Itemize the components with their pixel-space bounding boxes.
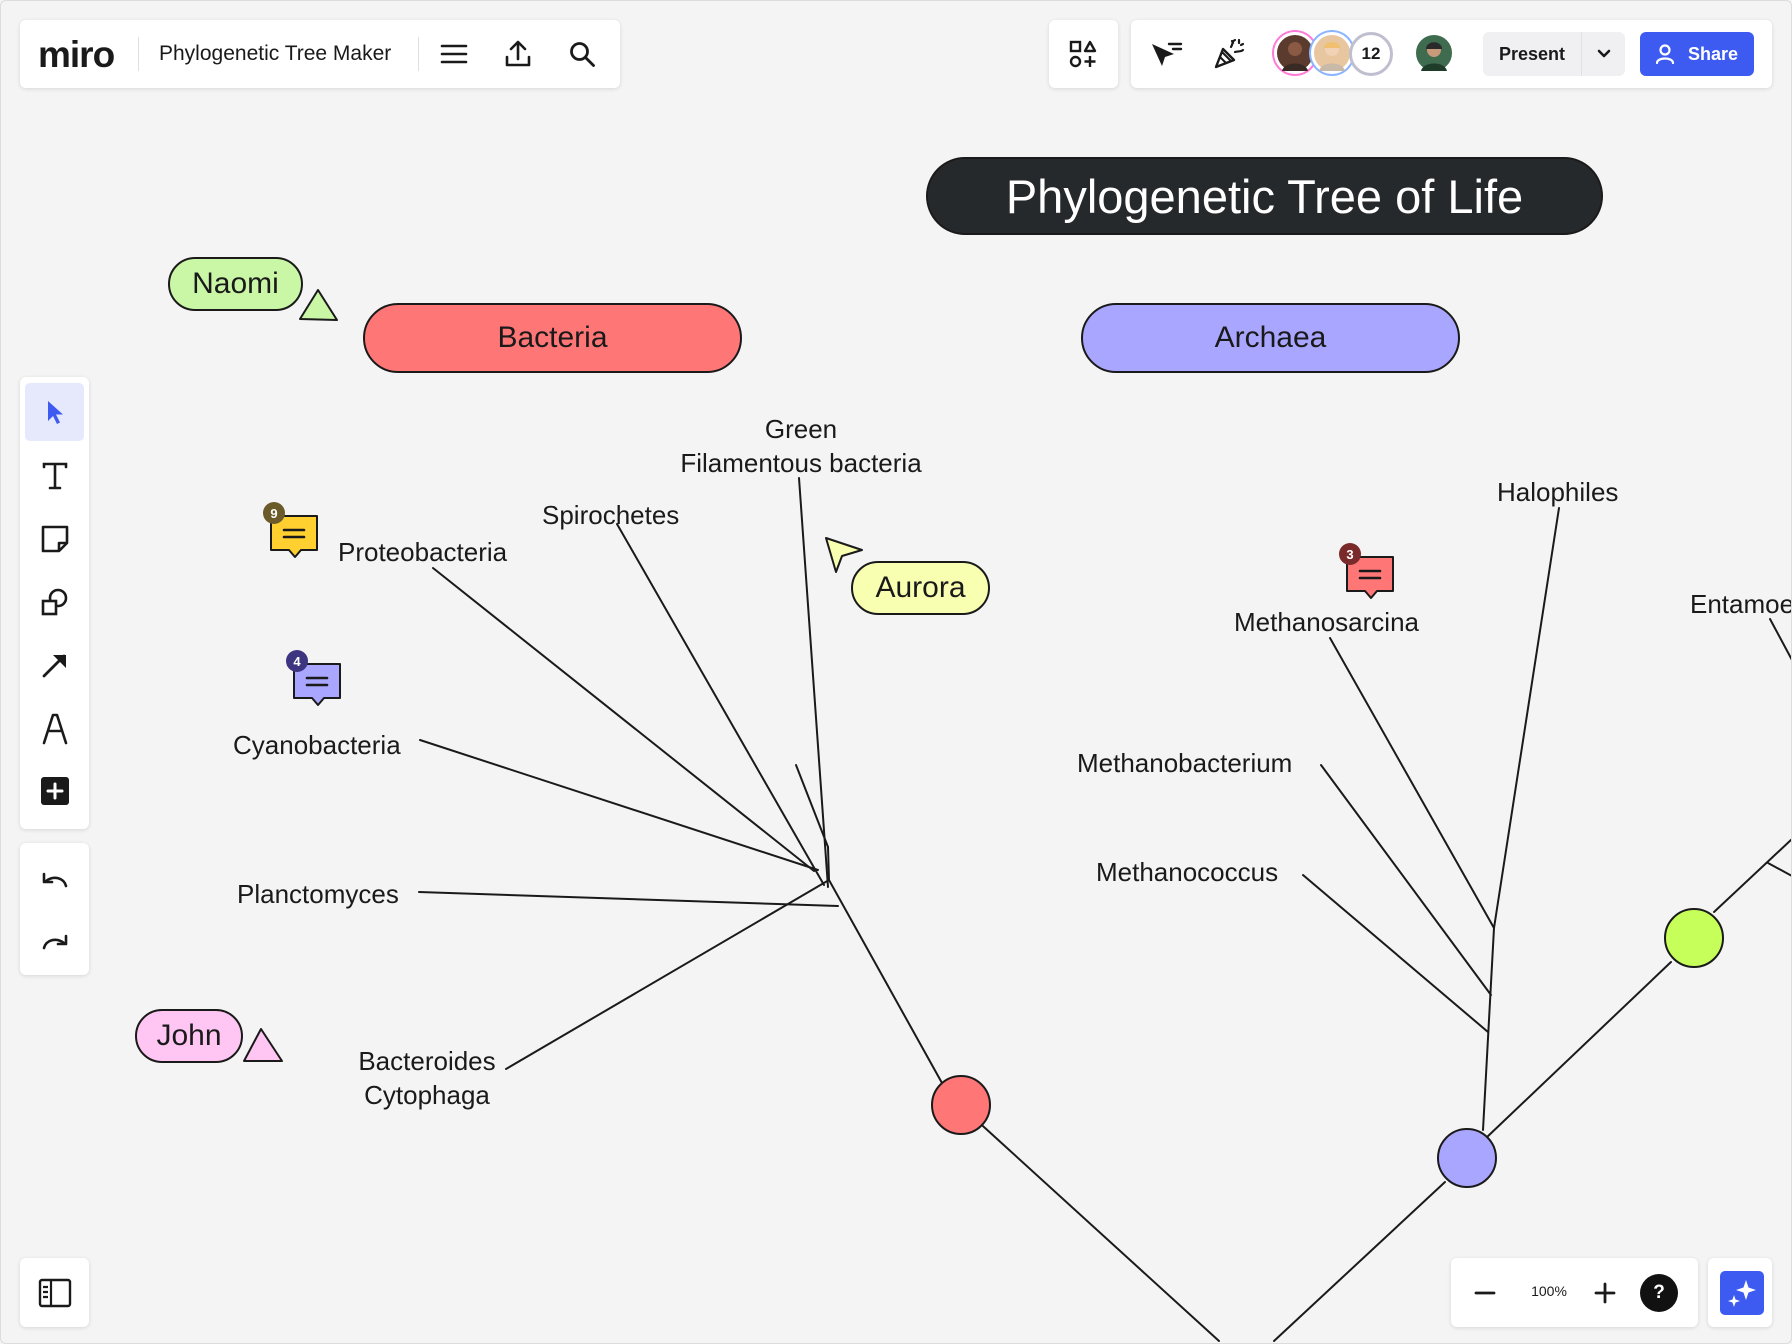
- archaea-node[interactable]: [1437, 1128, 1497, 1188]
- branch-halophiles[interactable]: [1493, 507, 1560, 929]
- comment-thread[interactable]: 3: [1339, 543, 1399, 603]
- taxon-green-filamentous[interactable]: Green Filamentous bacteria: [668, 412, 934, 480]
- taxon-methanobacterium[interactable]: Methanobacterium: [1077, 746, 1292, 780]
- comment-thread[interactable]: 9: [263, 502, 323, 562]
- zoom-in-icon[interactable]: [1585, 1273, 1625, 1313]
- archaea-label[interactable]: Archaea: [1081, 303, 1460, 373]
- zoom-out-icon[interactable]: [1465, 1273, 1505, 1313]
- cursor-label-john: John: [135, 1009, 243, 1063]
- taxon-spirochetes[interactable]: Spirochetes: [542, 498, 679, 532]
- comment-thread[interactable]: 4: [286, 650, 346, 710]
- branch-eukarya[interactable]: [1485, 961, 1672, 1139]
- branch-proteobacteria[interactable]: [432, 567, 815, 872]
- taxon-methanosarcina[interactable]: Methanosarcina: [1234, 605, 1419, 639]
- ai-assist-panel: [1708, 1258, 1772, 1327]
- branch-spirochetes[interactable]: [616, 523, 825, 886]
- help-button[interactable]: ?: [1640, 1274, 1678, 1312]
- taxon-entamoeba[interactable]: Entamoe: [1690, 587, 1792, 621]
- taxon-halophiles[interactable]: Halophiles: [1497, 475, 1618, 509]
- archaea-text: Archaea: [1214, 321, 1327, 354]
- tree-title[interactable]: Phylogenetic Tree of Life: [926, 157, 1603, 235]
- sidebar-toggle-panel: [20, 1258, 89, 1327]
- cursor-label-naomi: Naomi: [168, 257, 303, 311]
- taxon-bacteroides-line2: Cytophaga: [364, 1080, 490, 1110]
- taxon-green-line1: Green: [764, 414, 838, 444]
- taxon-green-line2: Filamentous bacteria: [680, 448, 922, 478]
- bacteria-label[interactable]: Bacteria: [363, 303, 742, 373]
- branch-eukarya-side[interactable]: [1767, 862, 1792, 877]
- branch-methanobacterium[interactable]: [1320, 764, 1492, 996]
- taxon-planctomyces[interactable]: Planctomyces: [237, 877, 399, 911]
- branch-entamoeba[interactable]: [1769, 618, 1792, 661]
- zoom-level[interactable]: 100%: [1523, 1283, 1575, 1299]
- collaborator-cursor-icon: [241, 1026, 285, 1064]
- comment-count-badge: 9: [263, 502, 285, 524]
- branch-cyanobacteria[interactable]: [419, 739, 819, 871]
- collaborator-cursor-icon: [298, 287, 340, 323]
- bacteria-trunk[interactable]: [828, 879, 943, 1084]
- sparkle-icon: [1720, 1271, 1764, 1315]
- sidebar-toggle-icon[interactable]: [20, 1258, 89, 1327]
- eukarya-node[interactable]: [1664, 908, 1724, 968]
- taxon-cyanobacteria[interactable]: Cyanobacteria: [233, 728, 401, 762]
- branch-eukarya-upper[interactable]: [1713, 838, 1792, 913]
- cursor-label-aurora: Aurora: [851, 561, 990, 615]
- branch-planctomyces[interactable]: [418, 891, 839, 907]
- zoom-controls: 100% ?: [1451, 1258, 1698, 1327]
- comment-count-badge: 3: [1339, 543, 1361, 565]
- ai-assist-button[interactable]: [1720, 1271, 1764, 1315]
- taxon-methanococcus[interactable]: Methanococcus: [1096, 855, 1278, 889]
- collaborator-cursor-icon: [823, 535, 865, 575]
- taxon-bacteroides[interactable]: Bacteroides Cytophaga: [347, 1044, 507, 1112]
- bacteria-node[interactable]: [931, 1075, 991, 1135]
- taxon-proteobacteria[interactable]: Proteobacteria: [338, 535, 507, 569]
- branch-methanosarcina[interactable]: [1329, 637, 1495, 929]
- taxon-bacteroides-line1: Bacteroides: [358, 1046, 496, 1076]
- bacteria-text: Bacteria: [497, 321, 608, 354]
- tree-title-text: Phylogenetic Tree of Life: [1005, 169, 1524, 223]
- root-branch-archaea[interactable]: [1273, 1181, 1446, 1342]
- branch-bacteroides[interactable]: [505, 879, 830, 1070]
- root-branch-bacteria[interactable]: [961, 1106, 1220, 1342]
- comment-count-badge: 4: [286, 650, 308, 672]
